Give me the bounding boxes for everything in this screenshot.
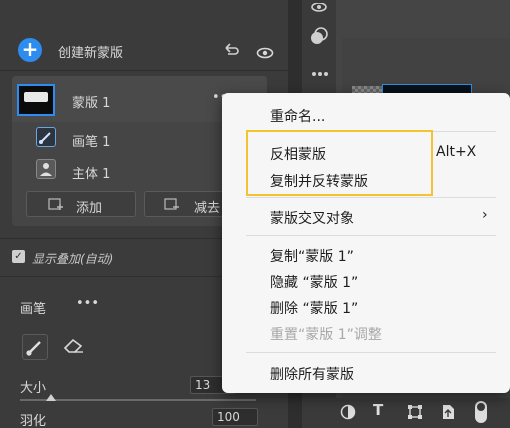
export-icon[interactable]	[440, 403, 456, 421]
person-icon	[36, 159, 56, 179]
menu-item-intersect[interactable]: 蒙版交叉对象	[270, 208, 354, 228]
menu-item-invert-shortcut: Alt+X	[436, 144, 477, 160]
text-tool-icon[interactable]: T	[373, 401, 383, 419]
create-mask-button[interactable]: +	[18, 38, 42, 62]
brush-tool-button[interactable]	[22, 334, 48, 360]
contrast-icon[interactable]	[340, 404, 356, 420]
menu-item-duplicate[interactable]: 复制“蒙版 1”	[270, 246, 354, 266]
show-overlay-eye-icon[interactable]	[256, 44, 274, 59]
divider	[0, 70, 288, 71]
menu-item-rename[interactable]: 重命名...	[270, 106, 325, 126]
highlight-box	[246, 130, 433, 196]
subtract-mask-icon	[164, 196, 180, 212]
more-icon[interactable]	[311, 62, 329, 76]
menu-separator	[246, 235, 496, 236]
menu-separator	[246, 352, 496, 353]
overlay-checkbox[interactable]: ✓	[12, 250, 25, 263]
mask-name[interactable]: 蒙版 1	[72, 92, 110, 111]
menu-item-delete-all[interactable]: 删除所有蒙版	[270, 364, 354, 384]
toggle-icon[interactable]	[474, 400, 488, 424]
brush-more-button[interactable]: •••	[76, 296, 99, 311]
subtract-label: 减去	[194, 201, 221, 216]
layers-icon[interactable]	[309, 26, 329, 46]
sub-item-subject-label[interactable]: 主体 1	[72, 163, 110, 182]
menu-item-delete[interactable]: 删除 “蒙版 1”	[270, 298, 358, 318]
brush-icon	[36, 127, 56, 147]
feather-label: 羽化	[20, 414, 47, 428]
menu-separator	[246, 197, 496, 198]
create-mask-label[interactable]: 创建新蒙版	[58, 42, 123, 61]
transform-icon[interactable]	[406, 403, 424, 421]
menu-item-reset: 重置“蒙版 1”调整	[270, 327, 382, 343]
add-mask-icon	[48, 196, 64, 212]
eye-icon[interactable]	[310, 0, 328, 12]
size-slider-handle[interactable]	[46, 394, 56, 401]
sub-item-brush-label[interactable]: 画笔 1	[72, 131, 110, 150]
size-label: 大小	[20, 381, 47, 396]
submenu-chevron-icon: ›	[482, 207, 488, 223]
undo-icon[interactable]	[222, 42, 240, 58]
feather-input[interactable]: 100	[212, 408, 258, 426]
brush-section-title: 画笔	[20, 302, 47, 317]
overlay-label[interactable]: 显示叠加(自动)	[32, 250, 113, 267]
eraser-icon[interactable]	[62, 336, 86, 354]
mask-thumbnail-preview	[24, 92, 48, 102]
subtract-button[interactable]	[144, 191, 234, 217]
add-label: 添加	[76, 201, 103, 216]
menu-item-hide[interactable]: 隐藏 “蒙版 1”	[270, 272, 358, 292]
